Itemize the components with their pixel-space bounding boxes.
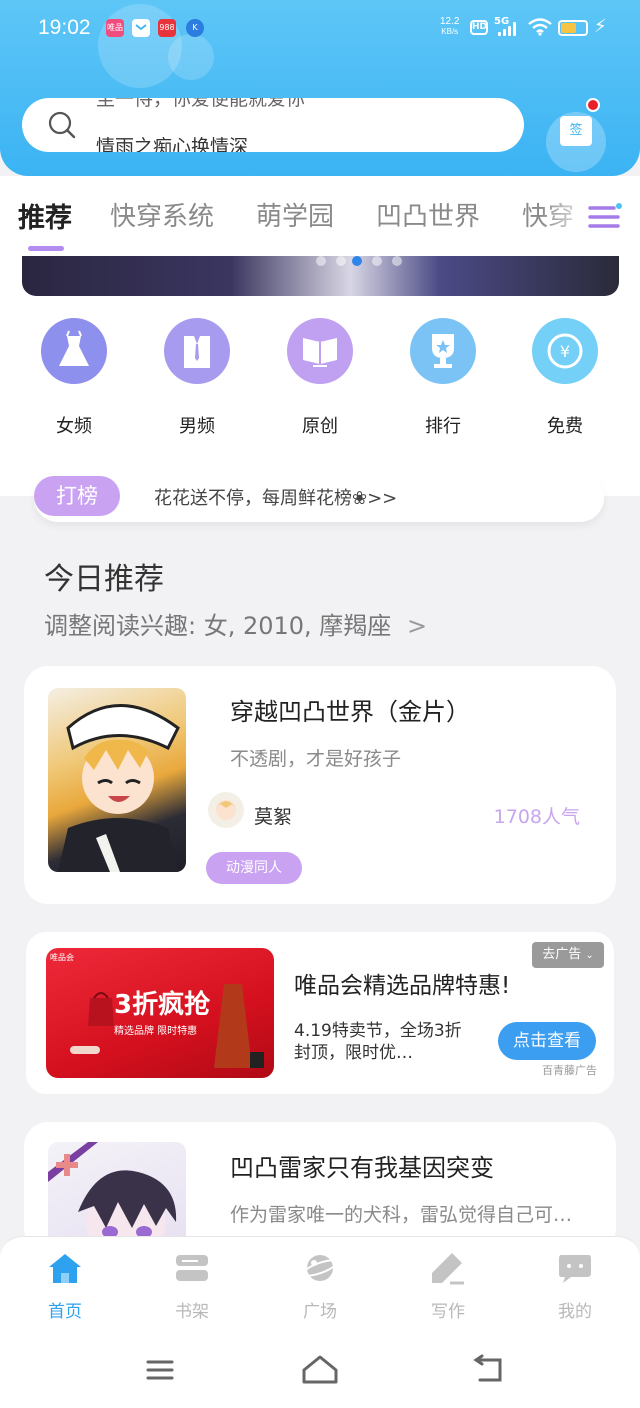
ad-card[interactable]: 唯品会 3折疯抢 精选品牌 限时特惠 去广告 ⌄ 唯品会精选品牌特惠! 4.19… (26, 932, 614, 1094)
k-notification-icon: K (186, 19, 204, 37)
banner-carousel[interactable] (22, 256, 619, 296)
network-speed: 12.2 KB/s (440, 17, 459, 37)
home-icon (49, 1254, 81, 1283)
home-button-icon[interactable] (300, 1354, 340, 1386)
dress-icon (41, 318, 107, 384)
book-card[interactable]: 凹凸雷家只有我基因突变 作为雷家唯一的犬科，雷弘觉得自己可… (24, 1122, 616, 1252)
chat-bubble-icon (559, 1255, 591, 1283)
book-description: 作为雷家唯一的犬科，雷弘觉得自己可… (230, 1204, 573, 1226)
anime-character-illustration (58, 704, 180, 872)
tab-active-indicator (28, 246, 64, 251)
status-bar: 19:02 唯品 988 K 12.2 KB/s HD 5G ⚡ (0, 0, 640, 60)
reading-interest-link[interactable]: 调整阅读兴趣: 女, 2010, 摩羯座 > (44, 606, 427, 641)
remove-ad-label: 去广告 (542, 947, 582, 962)
section-title: 今日推荐 (44, 562, 164, 597)
nav-label: 写作 (431, 1302, 465, 1322)
author-avatar (208, 792, 244, 828)
ad-view-button[interactable]: 点击查看 (498, 1022, 596, 1060)
nav-home[interactable]: 首页 (20, 1251, 110, 1322)
ad-title: 唯品会精选品牌特惠! (294, 973, 511, 999)
carousel-dot (316, 256, 326, 266)
shirt-icon (164, 318, 230, 384)
category-male[interactable]: 男频 (157, 318, 237, 438)
search-bar[interactable]: 至一侍，你爱便能就爱你 情雨之痴心换情深 (22, 98, 524, 152)
rank-text: 花花送不停，每周鲜花榜❀>> (154, 488, 398, 509)
tab-mengxueyuan[interactable]: 萌学园 (256, 196, 334, 233)
back-icon[interactable] (468, 1354, 508, 1386)
chevron-right-icon: > (406, 612, 428, 640)
book-cover (48, 688, 186, 872)
search-placeholder: 情雨之痴心换情深 (96, 136, 249, 152)
remove-ad-button[interactable]: 去广告 ⌄ (532, 942, 604, 968)
trophy-icon (410, 318, 476, 384)
sign-in-button[interactable]: 签 (546, 98, 606, 172)
author-name: 莫絮 (254, 806, 293, 828)
category-female[interactable]: 女频 (34, 318, 114, 438)
nav-mine[interactable]: 我的 (530, 1251, 620, 1322)
pen-icon (432, 1253, 464, 1285)
category-label: 女频 (56, 416, 92, 437)
tab-recommend[interactable]: 推荐 (18, 196, 72, 235)
carousel-dot-active (352, 256, 362, 266)
ad-image: 唯品会 3折疯抢 精选品牌 限时特惠 (46, 948, 274, 1078)
sign-in-gift-icon: 签 (560, 116, 592, 146)
tab-menu-icon[interactable] (588, 202, 622, 232)
status-time: 19:02 (38, 16, 91, 39)
nav-label: 首页 (48, 1302, 82, 1322)
tab-aotu-world[interactable]: 凹凸世界 (376, 196, 480, 233)
nav-label: 广场 (303, 1302, 337, 1322)
nav-plaza[interactable]: 广场 (275, 1251, 365, 1322)
search-icon (48, 111, 76, 139)
network-speed-value: 12.2 (440, 16, 460, 27)
planet-icon (301, 1255, 339, 1281)
nav-write[interactable]: 写作 (403, 1251, 493, 1322)
tab-kuaichuan-system[interactable]: 快穿系统 (110, 196, 214, 233)
bottom-nav: 首页 书架 广场 写作 我的 (0, 1236, 640, 1332)
chevron-down-icon: ⌄ (585, 950, 594, 961)
category-label: 男频 (179, 416, 215, 437)
ad-source-label: 百青藤广告 (542, 1064, 597, 1077)
network-speed-unit: KB/s (441, 27, 459, 36)
carousel-dot (392, 256, 402, 266)
nav-bookshelf[interactable]: 书架 (147, 1251, 237, 1322)
reading-interest-text: 调整阅读兴趣: 女, 2010, 摩羯座 (44, 612, 392, 640)
notification-dot (586, 98, 600, 112)
rank-banner[interactable]: 打榜 花花送不停，每周鲜花榜❀>> (34, 474, 604, 522)
carousel-dot (372, 256, 382, 266)
vipshop-notification-icon: 唯品 (106, 19, 124, 37)
book-title: 穿越凹凸世界（金片） (230, 698, 470, 726)
search-placeholder-prev: 至一侍，你爱便能就爱你 (96, 98, 306, 110)
ad-image-headline: 3折疯抢 (114, 990, 211, 1020)
bookshelf-icon (176, 1255, 208, 1281)
category-ranking[interactable]: 排行 (403, 318, 483, 438)
signal-bars-icon (498, 22, 520, 36)
charging-icon: ⚡ (594, 16, 607, 37)
book-title: 凹凸雷家只有我基因突变 (230, 1154, 494, 1182)
app-988-notification-icon: 988 (158, 19, 176, 37)
book-card[interactable]: 穿越凹凸世界（金片） 不透剧，才是好孩子 莫絮 1708人气 动漫同人 (24, 666, 616, 904)
system-nav-bar (0, 1332, 640, 1408)
yuan-icon: ¥ (532, 318, 598, 384)
category-original[interactable]: 原创 (280, 318, 360, 438)
genre-tag: 动漫同人 (206, 852, 302, 884)
ad-description: 4.19特卖节，全场3折封顶，限时优… (294, 1021, 462, 1063)
popularity-count: 1708人气 (493, 806, 580, 828)
category-label: 排行 (425, 416, 461, 437)
rank-badge: 打榜 (34, 476, 120, 516)
mail-notification-icon (132, 19, 150, 37)
battery-icon (558, 20, 588, 36)
carousel-dot (336, 256, 346, 266)
ad-image-subline: 精选品牌 限时特惠 (114, 1026, 198, 1037)
category-label: 原创 (302, 416, 338, 437)
book-description: 不透剧，才是好孩子 (230, 748, 402, 770)
svg-text:¥: ¥ (560, 342, 570, 361)
hd-icon: HD (470, 20, 488, 35)
category-label: 免费 (547, 416, 583, 437)
book-icon (287, 318, 353, 384)
category-free[interactable]: ¥ 免费 (525, 318, 605, 438)
menu-icon[interactable] (140, 1354, 180, 1386)
nav-label: 我的 (558, 1302, 592, 1322)
nav-label: 书架 (175, 1302, 209, 1322)
wifi-icon (528, 18, 552, 36)
